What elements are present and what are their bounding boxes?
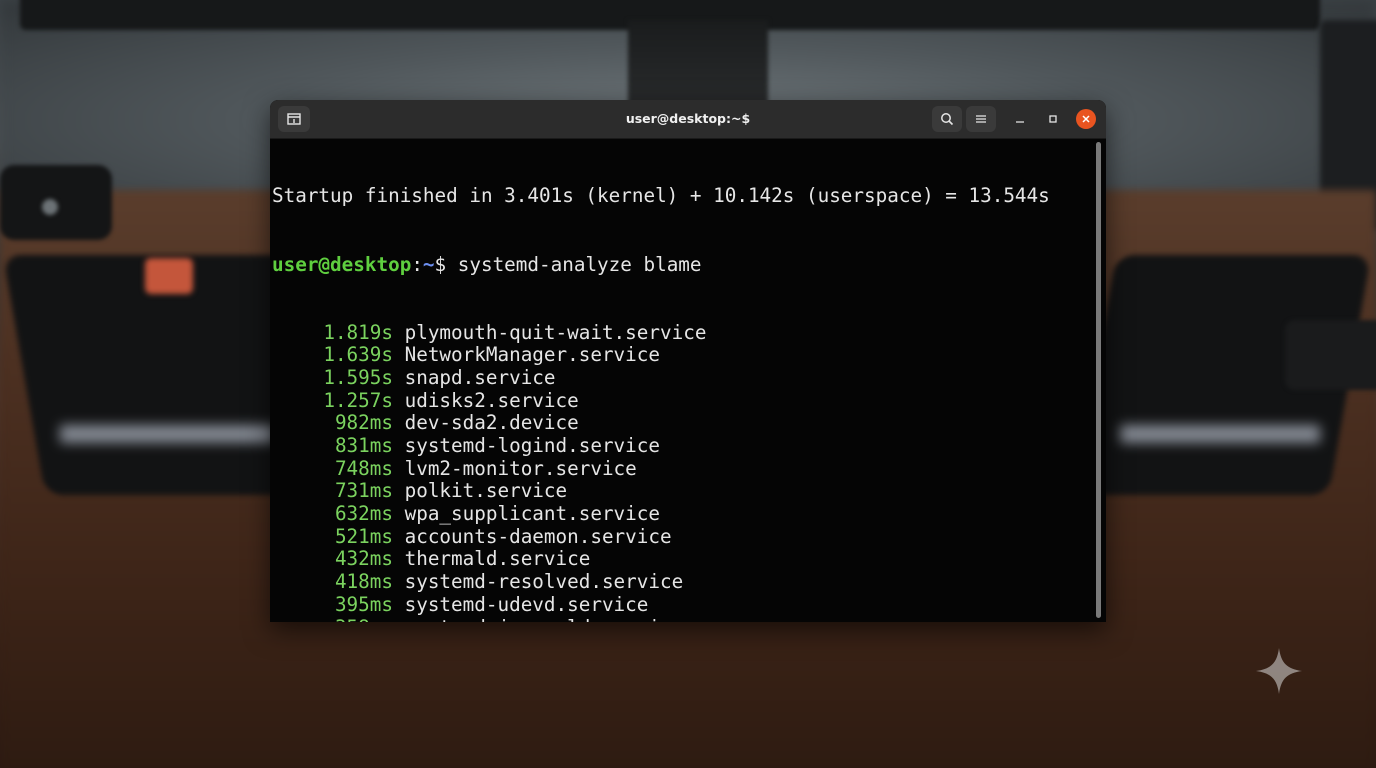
menu-button[interactable]: [966, 106, 996, 132]
maximize-icon: [1049, 115, 1057, 123]
terminal-window[interactable]: user@desktop:~$ Startup finished in 3.40…: [270, 100, 1106, 622]
blame-time: 982ms: [334, 411, 393, 435]
new-tab-button[interactable]: [278, 106, 310, 132]
maximize-button[interactable]: [1043, 109, 1063, 129]
blame-unit: thermald.service: [404, 547, 591, 571]
blame-time: 395ms: [334, 592, 393, 616]
blame-row: 748ms lvm2-monitor.service: [272, 456, 1090, 481]
command-line: user@desktop:~$ systemd-analyze blame: [272, 252, 1090, 277]
blame-unit: plymouth-quit-wait.service: [404, 320, 707, 344]
blame-row: 358ms systemd-journald.service: [272, 616, 1090, 622]
search-button[interactable]: [932, 106, 962, 132]
blame-time: 1.257s: [323, 388, 393, 412]
prompt-path: ~: [422, 252, 435, 276]
blame-unit: udisks2.service: [404, 388, 579, 412]
blame-unit: dev-sda2.device: [404, 411, 579, 435]
blame-row: 521ms accounts-daemon.service: [272, 524, 1090, 549]
blame-row: 731ms polkit.service: [272, 480, 1090, 503]
blame-unit: systemd-udevd.service: [404, 592, 649, 616]
desktop-scene: user@desktop:~$ Startup finished in 3.40…: [0, 0, 1376, 768]
minimize-icon: [1016, 121, 1024, 123]
blame-unit: lvm2-monitor.service: [404, 456, 637, 480]
startup-summary-line: Startup finished in 3.401s (kernel) + 10…: [272, 184, 1050, 208]
prompt-user: user@desktop: [272, 252, 412, 276]
close-button[interactable]: [1076, 109, 1096, 129]
blame-time: 358ms: [272, 616, 393, 622]
blame-unit: snapd.service: [404, 365, 556, 389]
blame-output-list: 1.819s plymouth-quit-wait.service 1.639s …: [272, 320, 1090, 622]
blame-time: 632ms: [334, 502, 393, 526]
blame-time: 432ms: [334, 547, 393, 571]
new-tab-icon: [287, 113, 301, 125]
blame-row: 632ms wpa_supplicant.service: [272, 502, 1090, 526]
blame-unit: accounts-daemon.service: [404, 524, 672, 548]
blame-row: 982ms dev-sda2.device: [272, 411, 1090, 435]
background-orange-key: [145, 258, 193, 294]
blame-row: 1.257s udisks2.service: [272, 388, 1090, 413]
blame-row: 418ms systemd-resolved.service: [272, 570, 1090, 594]
close-icon: [1082, 115, 1090, 123]
blame-time: 1.639s: [323, 343, 393, 367]
hamburger-menu-icon: [976, 115, 986, 123]
blame-time: 418ms: [334, 570, 393, 594]
blame-unit: systemd-logind.service: [404, 434, 660, 458]
terminal-scrollbar[interactable]: [1096, 142, 1101, 618]
keyboard-backlight-left: [60, 425, 275, 443]
command-text: systemd-analyze blame: [446, 252, 702, 276]
search-icon: [941, 113, 954, 126]
blame-row: 1.639s NetworkManager.service: [272, 343, 1090, 367]
background-mousepad: [1285, 320, 1376, 390]
blame-unit: NetworkManager.service: [404, 343, 660, 367]
blame-row: 1.819s plymouth-quit-wait.service: [272, 320, 1090, 345]
prompt-symbol: $: [434, 252, 447, 276]
terminal-titlebar[interactable]: user@desktop:~$: [270, 100, 1106, 139]
prompt-separator: :: [411, 252, 423, 276]
blame-time: 1.819s: [323, 320, 393, 344]
background-monitor-stand: [628, 20, 768, 110]
blame-unit: systemd-resolved.service: [404, 570, 684, 594]
minimize-button[interactable]: [1010, 109, 1030, 129]
background-device-light: [42, 199, 58, 215]
blame-time: 748ms: [334, 456, 393, 480]
blame-unit: wpa_supplicant.service: [404, 502, 660, 526]
blame-row: 1.595s snapd.service: [272, 365, 1090, 390]
blame-row: 831ms systemd-logind.service: [272, 434, 1090, 458]
keyboard-backlight-right: [1120, 425, 1320, 443]
blame-row: 395ms systemd-udevd.service: [272, 592, 1090, 617]
terminal-output[interactable]: Startup finished in 3.401s (kernel) + 10…: [272, 140, 1090, 622]
blame-time: 521ms: [334, 524, 393, 548]
blame-time: 1.595s: [323, 365, 393, 389]
blame-time: 831ms: [334, 434, 393, 458]
sparkle-icon: [1256, 648, 1302, 694]
blame-time: 731ms: [334, 479, 393, 503]
blame-unit: polkit.service: [404, 479, 568, 503]
blame-unit: systemd-journald.service: [405, 616, 684, 622]
blame-row: 432ms thermald.service: [272, 548, 1090, 571]
